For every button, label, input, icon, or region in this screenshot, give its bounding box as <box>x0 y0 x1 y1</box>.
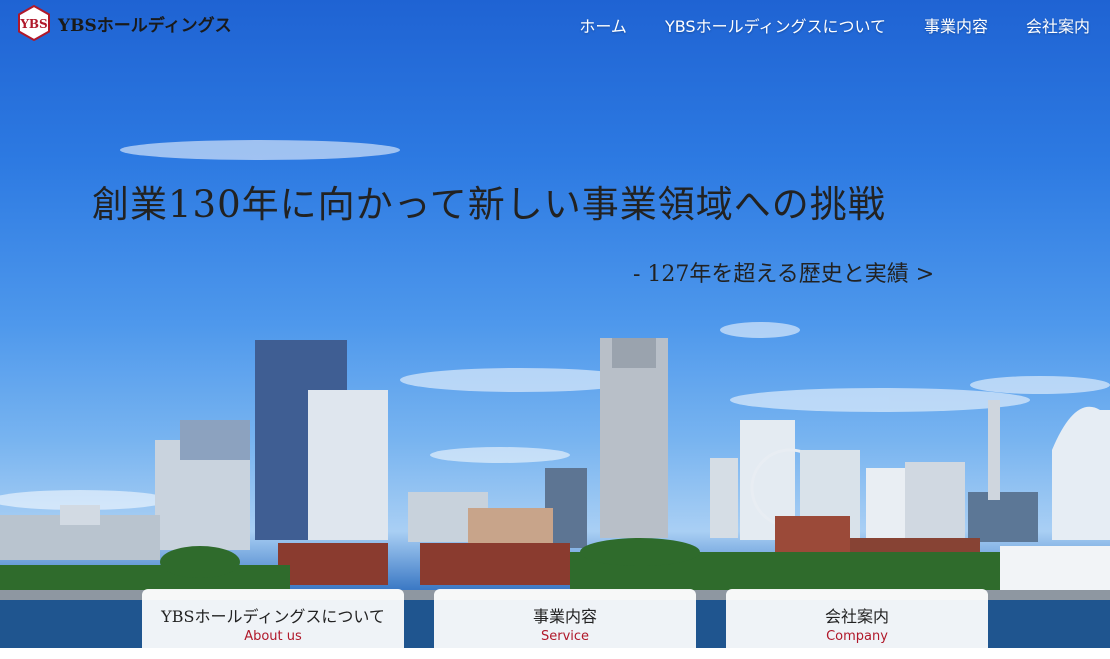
brand-logo[interactable]: YBS YBSホールディングス <box>16 5 232 41</box>
card-subtitle: Service <box>540 629 590 644</box>
hero-headline: 創業130年に向かって新しい事業領域への挑戦 <box>92 183 886 226</box>
card-subtitle: About us <box>244 629 302 644</box>
brand-name: YBSホールディングス <box>58 15 232 36</box>
history-link[interactable]: - 127年を超える歴史と実績 > <box>633 256 934 288</box>
card-title: 事業内容 <box>532 607 597 626</box>
about-us-card[interactable]: YBSホールディングスについて About us <box>142 589 404 659</box>
nav-company[interactable]: 会社案内 <box>1026 13 1090 37</box>
card-title: YBSホールディングスについて <box>161 607 385 626</box>
nav-service[interactable]: 事業内容 <box>924 13 988 37</box>
service-card[interactable]: 事業内容 Service <box>434 589 696 659</box>
main-nav: ホーム YBSホールディングスについて 事業内容 会社案内 <box>579 13 1090 37</box>
ship <box>1000 546 1110 590</box>
card-subtitle: Company <box>826 629 888 644</box>
hero-section <box>0 0 1110 648</box>
nav-home[interactable]: ホーム <box>579 13 627 37</box>
city-skyline-illustration <box>0 140 1110 648</box>
nav-about[interactable]: YBSホールディングスについて <box>665 13 886 37</box>
logo-mark-text: YBS <box>19 17 47 31</box>
feature-cards: YBSホールディングスについて About us 事業内容 Service 会社… <box>142 589 988 659</box>
company-card[interactable]: 会社案内 Company <box>726 589 988 659</box>
site-header: YBS YBSホールディングス ホーム YBSホールディングスについて 事業内容… <box>0 0 1110 48</box>
ybs-hexagon-logo-icon: YBS <box>18 5 50 41</box>
card-title: 会社案内 <box>824 607 889 626</box>
